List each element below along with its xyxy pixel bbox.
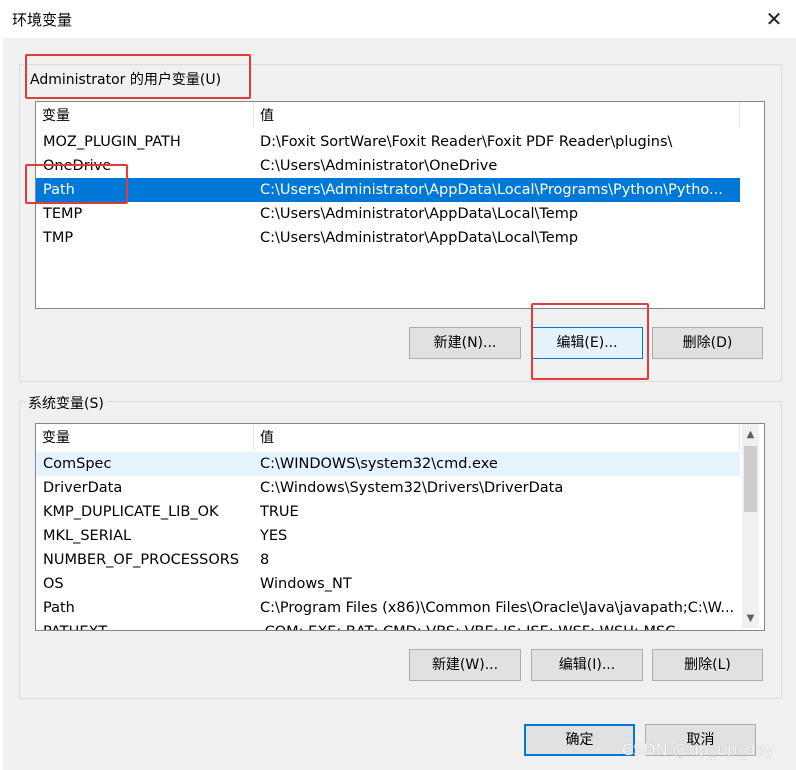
- variable-name: ComSpec: [43, 456, 112, 472]
- user-variables-list[interactable]: 变量 值 MOZ_PLUGIN_PATH D:\Foxit SortWare\Fo…: [35, 101, 765, 309]
- variable-name: KMP_DUPLICATE_LIB_OK: [43, 504, 219, 520]
- window-title: 环境变量: [12, 11, 73, 29]
- list-item[interactable]: DriverData C:\Windows\System32\Drivers\Dr…: [36, 476, 740, 500]
- annotation-box-path-row: [25, 164, 128, 204]
- variable-value: C:\Program Files (x86)\Common Files\Orac…: [260, 600, 735, 616]
- watermark: CSDN @up_up_day: [622, 740, 775, 759]
- list-item[interactable]: OneDrive C:\Users\Administrator\OneDrive: [36, 154, 740, 178]
- column-value[interactable]: 值: [254, 102, 740, 128]
- column-variable[interactable]: 变量: [36, 424, 254, 450]
- variable-value: C:\WINDOWS\system32\cmd.exe: [260, 456, 498, 472]
- variable-value: YES: [260, 528, 288, 544]
- variable-value: .COM;.EXE;.BAT;.CMD;.VBS;.VBE;.JS;.JSE;.…: [260, 620, 738, 630]
- list-item[interactable]: TEMP C:\Users\Administrator\AppData\Local…: [36, 202, 740, 226]
- title-bar: 环境变量 ✕: [0, 0, 796, 38]
- system-delete-button[interactable]: 删除(L): [652, 649, 763, 681]
- variable-name: OS: [43, 576, 64, 592]
- column-value[interactable]: 值: [254, 424, 740, 450]
- variable-name: MKL_SERIAL: [43, 528, 132, 544]
- variable-name: DriverData: [43, 480, 123, 496]
- variable-name: Path: [43, 600, 75, 616]
- variable-name: TMP: [43, 230, 74, 246]
- user-delete-button[interactable]: 删除(D): [652, 327, 763, 359]
- variable-name: MOZ_PLUGIN_PATH: [43, 134, 181, 150]
- variable-value: C:\Users\Administrator\AppData\Local\Tem…: [260, 206, 579, 222]
- list-header: 变量 值: [36, 102, 740, 128]
- list-item[interactable]: MOZ_PLUGIN_PATH D:\Foxit SortWare\Foxit R…: [36, 130, 740, 154]
- list-item[interactable]: ComSpec C:\WINDOWS\system32\cmd.exe: [36, 452, 740, 476]
- list-item[interactable]: NUMBER_OF_PROCESSORS 8: [36, 548, 740, 572]
- user-new-button[interactable]: 新建(N)...: [409, 327, 521, 359]
- variable-name: TEMP: [43, 206, 83, 222]
- list-item[interactable]: KMP_DUPLICATE_LIB_OK TRUE: [36, 500, 740, 524]
- scroll-thumb[interactable]: [744, 446, 757, 512]
- close-icon[interactable]: ✕: [762, 7, 786, 31]
- annotation-box-user-title: [25, 54, 251, 99]
- system-edit-button[interactable]: 编辑(I)...: [531, 649, 643, 681]
- variable-value: Windows_NT: [260, 576, 352, 592]
- column-variable[interactable]: 变量: [36, 102, 254, 128]
- annotation-box-edit-button: [531, 303, 649, 380]
- variable-value: C:\Users\Administrator\AppData\Local\Pro…: [260, 182, 723, 198]
- list-item[interactable]: PATHEXT .COM;.EXE;.BAT;.CMD;.VBS;.VBE;.JS…: [36, 620, 740, 630]
- variable-value: C:\Users\Administrator\OneDrive: [260, 158, 498, 174]
- variable-value: D:\Foxit SortWare\Foxit Reader\Foxit PDF…: [260, 134, 673, 150]
- system-new-button[interactable]: 新建(W)...: [409, 649, 521, 681]
- variable-name: PATHEXT: [43, 620, 251, 630]
- scroll-down-icon[interactable]: ▼: [742, 610, 759, 627]
- variable-value: TRUE: [260, 504, 299, 520]
- ok-button[interactable]: 确定: [524, 724, 635, 756]
- list-header: 变量 值: [36, 424, 740, 450]
- variable-value: C:\Windows\System32\Drivers\DriverData: [260, 480, 564, 496]
- variable-name: NUMBER_OF_PROCESSORS: [43, 552, 240, 568]
- variable-value: 8: [260, 552, 270, 568]
- list-item[interactable]: Path C:\Program Files (x86)\Common Files\…: [36, 596, 740, 620]
- variable-value: C:\Users\Administrator\AppData\Local\Tem…: [260, 230, 579, 246]
- list-item[interactable]: MKL_SERIAL YES: [36, 524, 740, 548]
- list-item[interactable]: Path C:\Users\Administrator\AppData\Local…: [36, 178, 740, 202]
- list-item[interactable]: OS Windows_NT: [36, 572, 740, 596]
- window-edge: [0, 38, 3, 770]
- system-variables-title: 系统变量(S): [26, 393, 106, 413]
- list-item[interactable]: TMP C:\Users\Administrator\AppData\Local\…: [36, 226, 740, 250]
- scroll-up-icon[interactable]: ▲: [742, 426, 759, 443]
- vertical-scrollbar[interactable]: ▲ ▼: [742, 424, 759, 628]
- system-variables-list[interactable]: 变量 值 ComSpec C:\WINDOWS\system32\cmd.exe D…: [35, 423, 765, 631]
